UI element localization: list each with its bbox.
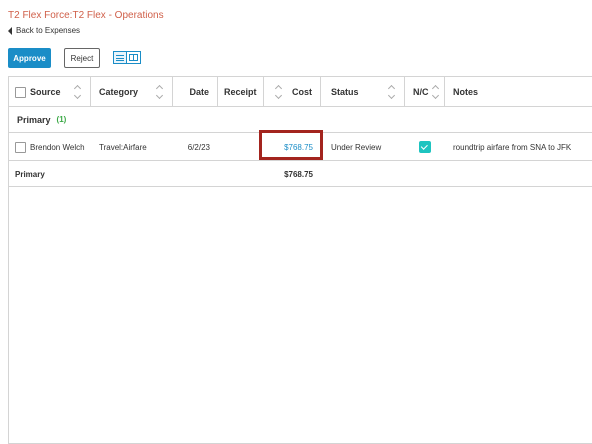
group-total-row: Primary $768.75: [9, 161, 592, 187]
approve-button[interactable]: Approve: [8, 48, 51, 68]
select-all-checkbox[interactable]: [15, 86, 26, 98]
total-cost: $768.75: [284, 169, 313, 179]
sort-icon: [433, 86, 439, 98]
column-header-source[interactable]: Source: [9, 77, 91, 107]
column-header-nc[interactable]: N/C: [405, 77, 445, 107]
status-cell: Under Review: [331, 142, 382, 152]
back-arrow-icon: [8, 26, 12, 35]
source-value: Brendon Welch: [30, 142, 85, 152]
receipt-cell: [224, 133, 260, 161]
group-name: Primary: [17, 114, 51, 125]
nc-checkbox-checked[interactable]: [419, 141, 431, 153]
column-header-category[interactable]: Category: [91, 77, 173, 107]
list-view-button[interactable]: [113, 51, 127, 64]
column-label-cost: Cost: [292, 87, 312, 97]
column-header-status[interactable]: Status: [321, 77, 405, 107]
table-header: Source Category Date Receipt Cost Status…: [9, 77, 592, 107]
columns-view-icon: [129, 54, 138, 61]
back-to-expenses-link[interactable]: Back to Expenses: [8, 26, 80, 35]
page-title: T2 Flex Force:T2 Flex - Operations: [8, 10, 164, 21]
back-link-label: Back to Expenses: [16, 26, 81, 35]
column-header-date[interactable]: Date: [173, 77, 218, 107]
nc-cell: [419, 133, 439, 161]
column-label-date: Date: [189, 87, 209, 97]
column-label-source: Source: [30, 87, 61, 97]
group-count: (1): [56, 115, 67, 124]
sort-icon: [389, 86, 395, 98]
category-cell: Travel:Airfare: [99, 142, 147, 152]
columns-view-button[interactable]: [127, 51, 141, 64]
total-label: Primary: [15, 169, 45, 179]
column-label-notes: Notes: [453, 87, 479, 97]
sort-icon: [75, 86, 81, 98]
source-cell: Brendon Welch: [15, 133, 95, 161]
column-label-receipt: Receipt: [224, 87, 257, 97]
column-label-status: Status: [331, 87, 359, 97]
reject-button[interactable]: Reject: [64, 48, 100, 68]
sort-icon: [157, 86, 163, 98]
highlight-box: [259, 130, 323, 160]
list-view-icon: [116, 54, 124, 61]
sort-icon: [276, 86, 282, 98]
view-toggle: [113, 51, 141, 64]
notes-cell: roundtrip airfare from SNA to JFK: [453, 142, 572, 152]
date-cell: 6/2/23: [187, 142, 210, 152]
row-checkbox[interactable]: [15, 141, 26, 153]
column-header-notes[interactable]: Notes: [445, 77, 592, 107]
column-label-category: Category: [99, 87, 139, 97]
column-header-receipt[interactable]: Receipt: [218, 77, 264, 107]
column-header-cost[interactable]: Cost: [264, 77, 321, 107]
column-label-nc: N/C: [413, 87, 429, 97]
